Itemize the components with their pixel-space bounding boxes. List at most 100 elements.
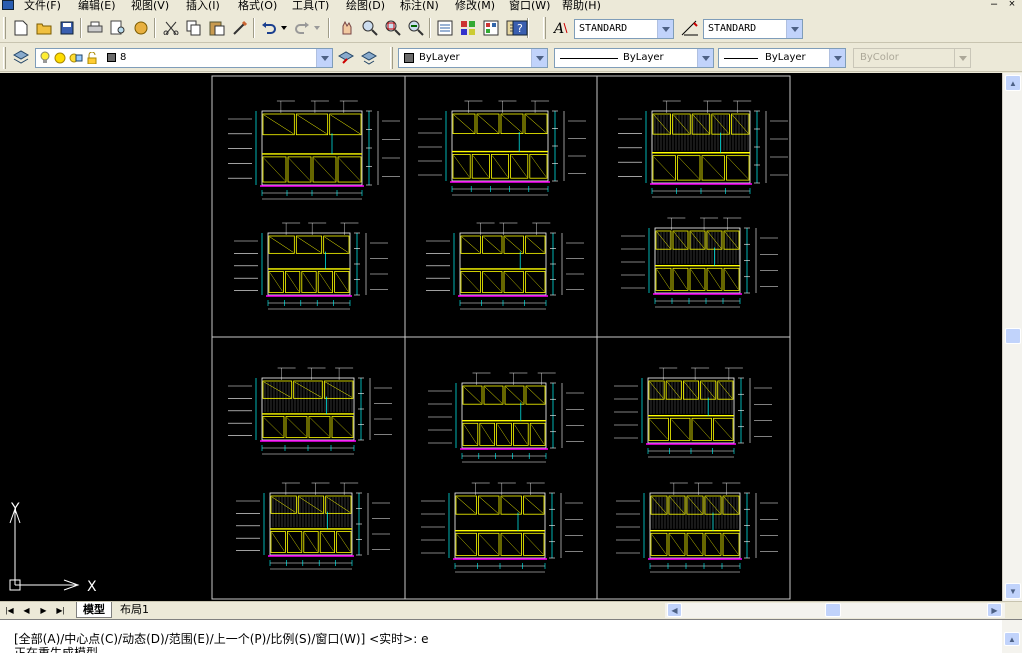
scroll-down-icon[interactable]: ▼ xyxy=(1005,583,1021,599)
last-tab-icon[interactable]: ▶| xyxy=(54,604,67,617)
help-icon[interactable]: ? xyxy=(511,19,529,37)
menu-modify[interactable]: 修改(M) xyxy=(455,0,495,12)
make-object-layer-current-icon[interactable] xyxy=(337,48,355,66)
toolbar-separator xyxy=(154,18,156,38)
redo-icon[interactable] xyxy=(293,19,311,37)
horizontal-scrollbar[interactable]: ◀ ▶ xyxy=(665,603,1005,618)
paste-icon[interactable] xyxy=(208,19,226,37)
sun-icon[interactable] xyxy=(54,52,66,67)
elevation-drawing xyxy=(418,100,586,196)
doc-minimize-button[interactable]: – xyxy=(986,0,1002,10)
tab-layout1[interactable]: 布局1 xyxy=(114,602,155,618)
lineweight-select[interactable]: ByLayer xyxy=(718,48,846,68)
layout-tab-bar: |◀ ◀ ▶ ▶| 模型 布局1 ◀ ▶ xyxy=(0,601,1022,619)
dim-style-icon[interactable] xyxy=(681,19,699,37)
viewport-freeze-icon[interactable] xyxy=(69,52,83,67)
toolbar-separator xyxy=(253,18,255,38)
toolbar-separator xyxy=(328,18,330,38)
zoom-previous-icon[interactable] xyxy=(407,19,425,37)
app-icon[interactable] xyxy=(2,0,14,10)
print-preview-icon[interactable] xyxy=(109,19,127,37)
menu-insert[interactable]: 插入(I) xyxy=(186,0,220,12)
linetype-select[interactable]: ByLayer xyxy=(554,48,714,68)
copy-icon[interactable] xyxy=(185,19,203,37)
toolbar-grip[interactable] xyxy=(390,47,393,69)
elevation-drawing xyxy=(228,367,392,455)
redo-dropdown-icon[interactable] xyxy=(312,19,322,37)
publish-icon[interactable] xyxy=(132,19,150,37)
lineweight-value: ByLayer xyxy=(765,52,806,63)
menu-view[interactable]: 视图(V) xyxy=(131,0,169,12)
elevation-drawing xyxy=(621,217,778,308)
prev-tab-icon[interactable]: ◀ xyxy=(20,604,33,617)
bulb-icon[interactable] xyxy=(40,51,50,67)
undo-icon[interactable] xyxy=(260,19,278,37)
elevation-drawing xyxy=(236,482,390,570)
menu-tools[interactable]: 工具(T) xyxy=(292,0,329,12)
chevron-down-icon[interactable] xyxy=(657,20,673,38)
plot-style-value: ByColor xyxy=(860,52,899,63)
menu-dimension[interactable]: 标注(N) xyxy=(400,0,439,12)
command-window[interactable]: [全部(A)/中心点(C)/动态(D)/范围(E)/上一个(P)/比例(S)/窗… xyxy=(0,619,1022,653)
save-icon[interactable] xyxy=(58,19,76,37)
first-tab-icon[interactable]: |◀ xyxy=(3,604,16,617)
vertical-scrollbar[interactable]: ▲ ▼ xyxy=(1002,73,1022,601)
ucs-x-label: X xyxy=(87,579,97,595)
dim-style-select[interactable]: STANDARD xyxy=(703,19,803,39)
chevron-down-icon[interactable] xyxy=(786,20,802,38)
open-icon[interactable] xyxy=(35,19,53,37)
layer-previous-icon[interactable] xyxy=(360,48,378,66)
color-value: ByLayer xyxy=(419,52,460,63)
lock-icon[interactable] xyxy=(87,51,97,67)
pan-icon[interactable] xyxy=(338,19,356,37)
match-properties-icon[interactable] xyxy=(231,19,249,37)
menu-draw[interactable]: 绘图(D) xyxy=(346,0,385,12)
chevron-down-icon[interactable] xyxy=(316,49,332,67)
tool-palettes-icon[interactable] xyxy=(482,19,500,37)
zoom-window-icon[interactable] xyxy=(384,19,402,37)
command-status-line: 正在重生成模型. xyxy=(14,646,102,653)
chevron-down-icon[interactable] xyxy=(829,49,845,67)
drawing-canvas[interactable]: Y X xyxy=(0,73,1002,601)
scroll-left-icon[interactable]: ◀ xyxy=(667,603,682,617)
vertical-scroll-thumb[interactable] xyxy=(1005,328,1021,344)
command-scrollbar[interactable]: ▲ xyxy=(1002,620,1022,653)
layer-name: 8 xyxy=(120,52,127,63)
toolbar-grip[interactable] xyxy=(3,17,6,39)
undo-dropdown-icon[interactable] xyxy=(279,19,289,37)
elevation-drawing xyxy=(426,222,584,310)
color-select[interactable]: ByLayer xyxy=(398,48,548,68)
toolbar-grip[interactable] xyxy=(3,47,6,69)
horizontal-scroll-thumb[interactable] xyxy=(825,603,841,617)
new-icon[interactable] xyxy=(12,19,30,37)
layer-select[interactable]: 8 xyxy=(35,48,333,68)
layer-manager-icon[interactable] xyxy=(12,48,30,66)
cut-icon[interactable] xyxy=(162,19,180,37)
elevation-drawing xyxy=(234,222,388,310)
chevron-down-icon[interactable] xyxy=(531,49,547,67)
scroll-up-icon[interactable]: ▲ xyxy=(1005,75,1021,91)
menu-help[interactable]: 帮助(H) xyxy=(562,0,601,12)
scroll-right-icon[interactable]: ▶ xyxy=(987,603,1002,617)
dim-style-value: STANDARD xyxy=(708,23,757,34)
elevation-drawing xyxy=(428,372,584,463)
menu-window[interactable]: 窗口(W) xyxy=(509,0,550,12)
tab-model[interactable]: 模型 xyxy=(76,602,112,618)
chevron-down-icon[interactable] xyxy=(697,49,713,67)
menu-edit[interactable]: 编辑(E) xyxy=(78,0,116,12)
menu-format[interactable]: 格式(O) xyxy=(238,0,277,12)
properties-icon[interactable] xyxy=(436,19,454,37)
print-icon[interactable] xyxy=(86,19,104,37)
elevation-drawing xyxy=(614,367,772,458)
toolbar-grip[interactable] xyxy=(543,17,546,39)
ucs-y-label: Y xyxy=(10,501,20,517)
design-center-icon[interactable] xyxy=(459,19,477,37)
menu-file[interactable]: 文件(F) xyxy=(24,0,61,12)
next-tab-icon[interactable]: ▶ xyxy=(37,604,50,617)
text-style-icon[interactable]: A xyxy=(552,19,570,37)
doc-close-button[interactable]: × xyxy=(1004,0,1020,10)
scroll-up-icon[interactable]: ▲ xyxy=(1004,632,1020,646)
zoom-realtime-icon[interactable] xyxy=(361,19,379,37)
text-style-select[interactable]: STANDARD xyxy=(574,19,674,39)
layer-color-swatch xyxy=(107,53,116,62)
